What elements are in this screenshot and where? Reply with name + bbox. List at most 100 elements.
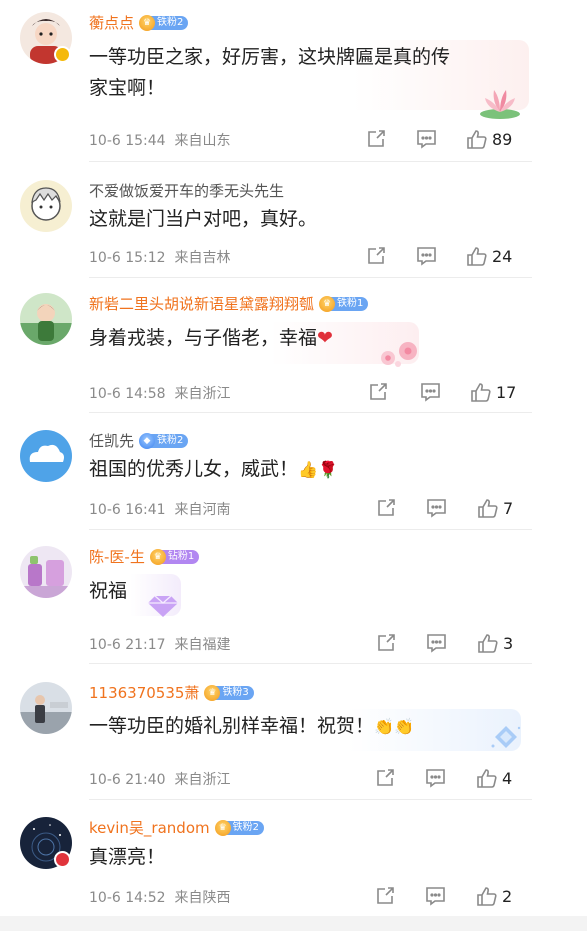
crown-icon: ♛ xyxy=(319,296,336,312)
like-count: 2 xyxy=(502,886,513,906)
comment-list: 蘅点点 ♛ 铁粉2 一等功臣之家，好厉害，这块牌匾是真的传 家宝啊！ 10-6 … xyxy=(0,0,587,931)
like-count: 3 xyxy=(503,633,514,653)
like-count: 17 xyxy=(496,382,517,402)
comment-meta: 10-6 21:40 来自浙江 xyxy=(89,772,231,788)
divider xyxy=(89,161,532,162)
comment-icon xyxy=(426,769,445,788)
divider xyxy=(89,277,532,278)
fan-badge: ♛ 铁粉3 xyxy=(204,685,254,701)
comment-text: 一等功臣之家，好厉害，这块牌匾是真的传 家宝啊！ xyxy=(89,46,451,99)
comment-item: 新砦二里头胡说新语星黛露翔翔瓠 ♛ 铁粉1 身着戎装，与子偕老，幸福❤ 10-6… xyxy=(0,293,587,413)
avatar[interactable] xyxy=(20,430,72,482)
divider xyxy=(89,663,532,664)
share-icon xyxy=(378,634,395,651)
comment-button[interactable] xyxy=(416,246,437,266)
like-button[interactable]: 7 xyxy=(477,497,513,519)
avatar[interactable] xyxy=(20,293,72,345)
share-icon xyxy=(378,499,395,516)
like-thumb-icon xyxy=(471,383,491,402)
username[interactable]: 蘅点点 xyxy=(89,12,134,34)
username[interactable]: kevin吴_random xyxy=(89,817,210,839)
share-icon xyxy=(377,769,394,786)
comment-text: 祖国的优秀儿女，威武！👍🌹 xyxy=(89,458,338,480)
like-button[interactable]: 2 xyxy=(476,885,512,907)
flower-decoration-icon xyxy=(372,337,420,373)
like-button[interactable]: 17 xyxy=(470,381,516,403)
divider xyxy=(89,412,532,413)
share-button[interactable] xyxy=(366,246,386,266)
fan-badge: ◆ 铁粉2 xyxy=(139,433,189,449)
bottom-bar xyxy=(0,916,587,931)
comment-icon xyxy=(417,130,436,149)
clap-emoji: 👏 xyxy=(393,717,414,736)
comment-button[interactable] xyxy=(426,498,447,518)
comment-button[interactable] xyxy=(425,886,446,906)
share-button[interactable] xyxy=(375,886,395,906)
username[interactable]: 陈-医-生 xyxy=(89,546,145,568)
avatar[interactable] xyxy=(20,180,72,232)
comment-meta: 10-6 14:58 来自浙江 xyxy=(89,386,231,402)
comment-item: 不爱做饭爱开车的季无头先生 这就是门当户对吧，真好。 10-6 15:12 来自… xyxy=(0,180,587,280)
comment-text: 一等功臣的婚礼别样幸福！祝贺！👏👏 xyxy=(89,715,414,737)
comment-button[interactable] xyxy=(426,633,447,653)
comment-item: kevin吴_random ♛ 铁粉2 真漂亮！ 10-6 14:52 来自陕西… xyxy=(0,817,587,912)
comment-button[interactable] xyxy=(425,768,446,788)
fan-badge: ♛ 铁粉2 xyxy=(139,15,189,31)
share-button[interactable] xyxy=(368,382,388,402)
comment-text: 祝福 xyxy=(89,580,128,602)
red-heart-emoji: ❤ xyxy=(317,327,333,349)
comment-meta: 10-6 14:52 来自陕西 xyxy=(89,890,231,906)
fan-badge: ♛ 铁粉1 xyxy=(319,296,369,312)
share-button[interactable] xyxy=(376,633,396,653)
like-count: 24 xyxy=(492,246,513,266)
share-button[interactable] xyxy=(375,768,395,788)
share-icon xyxy=(377,887,394,904)
like-button[interactable]: 4 xyxy=(476,767,512,789)
like-thumb-icon xyxy=(478,634,498,653)
avatar[interactable] xyxy=(20,682,72,734)
comment-item: 蘅点点 ♛ 铁粉2 一等功臣之家，好厉害，这块牌匾是真的传 家宝啊！ 10-6 … xyxy=(0,12,587,162)
username[interactable]: 新砦二里头胡说新语星黛露翔翔瓠 xyxy=(89,293,314,315)
comment-text: 真漂亮！ xyxy=(89,846,166,868)
blue-gem-decoration-icon xyxy=(488,722,524,756)
fan-badge: ♛ 钻粉1 xyxy=(149,549,200,565)
comment-icon xyxy=(421,383,440,402)
comment-icon xyxy=(426,887,445,906)
like-thumb-icon xyxy=(467,247,487,266)
comment-icon xyxy=(427,634,446,653)
crown-icon: ♛ xyxy=(214,820,231,836)
like-button[interactable]: 24 xyxy=(466,245,512,267)
like-count: 89 xyxy=(492,129,513,149)
like-button[interactable]: 3 xyxy=(477,632,513,654)
share-button[interactable] xyxy=(376,498,396,518)
username[interactable]: 1136370535萧 xyxy=(89,682,199,704)
like-button[interactable]: 89 xyxy=(466,128,512,150)
divider xyxy=(89,529,532,530)
share-icon xyxy=(368,247,385,264)
comment-text: 身着戎装，与子偕老，幸福❤ xyxy=(89,327,333,349)
username[interactable]: 任凯先 xyxy=(89,430,134,452)
comment-item: 任凯先 ◆ 铁粉2 祖国的优秀儿女，威武！👍🌹 10-6 16:41 来自河南 … xyxy=(0,430,587,530)
share-button[interactable] xyxy=(366,129,386,149)
divider xyxy=(89,799,532,800)
share-icon xyxy=(368,130,385,147)
comment-meta: 10-6 21:17 来自福建 xyxy=(89,637,231,653)
comment-text: 这就是门当户对吧，真好。 xyxy=(89,208,318,230)
comment-button[interactable] xyxy=(416,129,437,149)
diamond-icon: ◆ xyxy=(139,433,156,449)
like-count: 7 xyxy=(503,498,514,518)
avatar[interactable] xyxy=(20,546,72,598)
lotus-decoration-icon xyxy=(477,84,523,124)
rose-emoji: 🌹 xyxy=(317,460,338,479)
like-thumb-icon xyxy=(477,887,497,906)
crown-icon: ♛ xyxy=(149,549,166,565)
username[interactable]: 不爱做饭爱开车的季无头先生 xyxy=(89,180,284,202)
comment-item: 1136370535萧 ♛ 铁粉3 一等功臣的婚礼别样幸福！祝贺！👏👏 10-6… xyxy=(0,682,587,800)
share-icon xyxy=(370,383,387,400)
comment-icon xyxy=(417,247,436,266)
purple-gem-decoration-icon xyxy=(146,593,180,623)
fan-badge: ♛ 铁粉2 xyxy=(214,820,264,836)
badge-icon xyxy=(54,851,71,868)
crown-icon: ♛ xyxy=(139,15,156,31)
comment-button[interactable] xyxy=(420,382,441,402)
